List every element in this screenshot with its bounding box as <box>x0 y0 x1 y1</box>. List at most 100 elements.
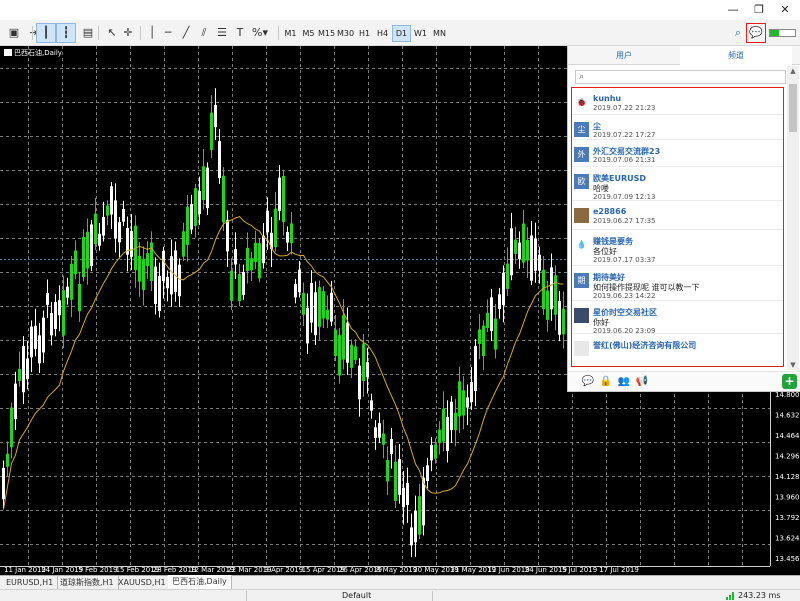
candle-body <box>218 141 221 179</box>
timeframe-m15[interactable]: M15 <box>317 25 336 42</box>
timeframe-mn[interactable]: MN <box>430 25 449 42</box>
status-separator <box>246 591 247 601</box>
candle-body <box>82 236 85 278</box>
channel-item[interactable]: e28866 2019.06.27 17:35 <box>572 201 783 230</box>
auto-scroll-icon[interactable]: ▣ <box>4 23 24 43</box>
close-icon[interactable]: ✕ <box>772 0 798 20</box>
shapes-icon[interactable]: %▾ <box>250 23 270 43</box>
candle-body <box>410 527 413 546</box>
candle-body <box>366 362 369 378</box>
candle-body <box>446 417 449 452</box>
candle-body <box>470 381 473 403</box>
chart-tab-dowjones[interactable]: 道琼斯指数,H1 <box>56 576 119 589</box>
candle-body <box>110 186 113 215</box>
candle-body <box>294 284 297 298</box>
candle-body <box>398 459 401 495</box>
crosshair-icon[interactable]: ✛ <box>118 23 138 43</box>
channel-avatar: 尘 <box>574 122 589 137</box>
chart-tab-eurusd[interactable]: EURUSD,H1 <box>2 576 59 589</box>
candle-body <box>442 408 445 442</box>
candle-body <box>42 317 45 353</box>
minimize-icon[interactable]: — <box>720 0 746 20</box>
scroll-thumb[interactable] <box>789 84 797 132</box>
price-axis-label: 13.960 <box>775 494 800 502</box>
timeframe-h4[interactable]: H4 <box>373 25 392 42</box>
toolbar-separator <box>278 26 279 40</box>
candle-body <box>498 294 501 310</box>
candle-body <box>450 401 453 431</box>
candle-body <box>430 444 433 461</box>
group-icon[interactable]: 👥 <box>617 375 631 389</box>
candle-body <box>2 467 5 500</box>
channel-date: 2019.06.27 17:35 <box>593 217 656 225</box>
channel-item[interactable]: 誉红(佛山)经济咨询有限公司 <box>572 334 783 366</box>
maximize-icon[interactable]: ❐ <box>746 0 772 20</box>
fibonacci-icon[interactable]: ☰ <box>212 23 232 43</box>
candlestick-chart-icon[interactable]: ┇ <box>56 23 76 43</box>
bar-chart-icon[interactable]: ┃ <box>36 23 56 43</box>
chart-tab-xauusd[interactable]: XAUUSD,H1 <box>114 576 171 589</box>
lock-icon[interactable]: 🔒 <box>599 375 613 389</box>
candle-body <box>10 407 13 448</box>
time-axis-label: 8 May 2019 <box>376 566 417 574</box>
candle-body <box>370 400 373 411</box>
timeframe-w1[interactable]: W1 <box>411 25 430 42</box>
candle-body <box>454 412 457 431</box>
channel-item[interactable]: 💧 赚钱是要务 各位好 2019.07.17 03:37 <box>572 230 783 266</box>
channel-item[interactable]: 星价时空交易社区 你好 2019.06.20 23:09 <box>572 301 783 335</box>
candle-body <box>406 483 409 506</box>
time-axis-label: 24 Jan 2019 <box>41 566 83 574</box>
scroll-up-icon[interactable]: ▲ <box>787 66 799 76</box>
line-chart-icon[interactable]: ▤ <box>78 23 98 43</box>
chat-icon[interactable]: 💬 <box>746 23 766 43</box>
chat-tabs: 用户 频道 <box>568 46 800 65</box>
chat-search-input[interactable]: ⌕ <box>575 70 786 84</box>
price-axis-label: 14.128 <box>775 473 800 481</box>
scroll-down-icon[interactable]: ▼ <box>787 360 799 370</box>
text-tool-icon[interactable]: T <box>230 23 250 43</box>
chat-bubble-icon[interactable]: 💬 <box>581 375 595 389</box>
candle-body <box>534 238 537 271</box>
channel-item[interactable]: 期期待美好 如何操作提现呢 谁可以教一下 2019.06.23 14:22 <box>572 266 783 301</box>
candle-body <box>550 267 553 310</box>
horizontal-line-icon[interactable]: ─ <box>158 23 178 43</box>
candle-body <box>194 188 197 226</box>
candle-body <box>486 312 489 328</box>
search-icon[interactable]: ⌕ <box>728 23 748 43</box>
connection-indicator <box>769 29 796 37</box>
channel-list: 🐞 kunhu 2019.07.22 21:23 尘尘 2019.07.22 17:27… <box>571 87 784 367</box>
timeframe-m5[interactable]: M5 <box>299 25 318 42</box>
channel-date: 2019.07.22 21:23 <box>593 104 656 112</box>
time-axis-label: 5 Jul 2019 <box>562 566 597 574</box>
candle-body <box>226 219 229 252</box>
candle-body <box>314 292 317 336</box>
candle-body <box>282 175 285 222</box>
channel-item[interactable]: 🐞 kunhu 2019.07.22 21:23 <box>572 88 783 115</box>
candle-body <box>154 266 157 305</box>
timeframe-h1[interactable]: H1 <box>355 25 374 42</box>
price-axis-label: 14.800 <box>775 391 800 399</box>
channel-item[interactable]: 外外汇交易交流群23 2019.07.06 21:31 <box>572 140 783 167</box>
trendline-icon[interactable]: ╱ <box>176 23 196 43</box>
add-channel-button[interactable]: + <box>782 374 797 389</box>
timeframe-m30[interactable]: M30 <box>336 25 355 42</box>
channel-item[interactable]: 尘尘 2019.07.22 17:27 <box>572 115 783 140</box>
candle-body <box>14 383 17 420</box>
timeframe-m1[interactable]: M1 <box>281 25 300 42</box>
megaphone-icon[interactable]: 📢 <box>635 375 649 389</box>
candle-body <box>186 206 189 245</box>
tab-users[interactable]: 用户 <box>568 46 680 65</box>
candle-body <box>402 487 405 508</box>
tab-channels[interactable]: 频道 <box>680 46 792 65</box>
channel-item[interactable]: 欧欧美EURUSD 哈喽 2019.07.09 12:13 <box>572 167 783 201</box>
candle-body <box>50 313 53 336</box>
candle-body <box>286 232 289 243</box>
timeframe-d1[interactable]: D1 <box>392 25 411 42</box>
candle-body <box>174 250 177 292</box>
chart-tab-brazil-oil[interactable]: 巴西石油,Daily <box>168 575 232 589</box>
chat-scrollbar[interactable]: ▲ ▼ <box>787 66 799 370</box>
status-separator <box>432 591 433 601</box>
candle-body <box>386 459 389 482</box>
channel-avatar <box>574 208 589 223</box>
channel-icon[interactable]: ⫽ <box>194 23 214 43</box>
